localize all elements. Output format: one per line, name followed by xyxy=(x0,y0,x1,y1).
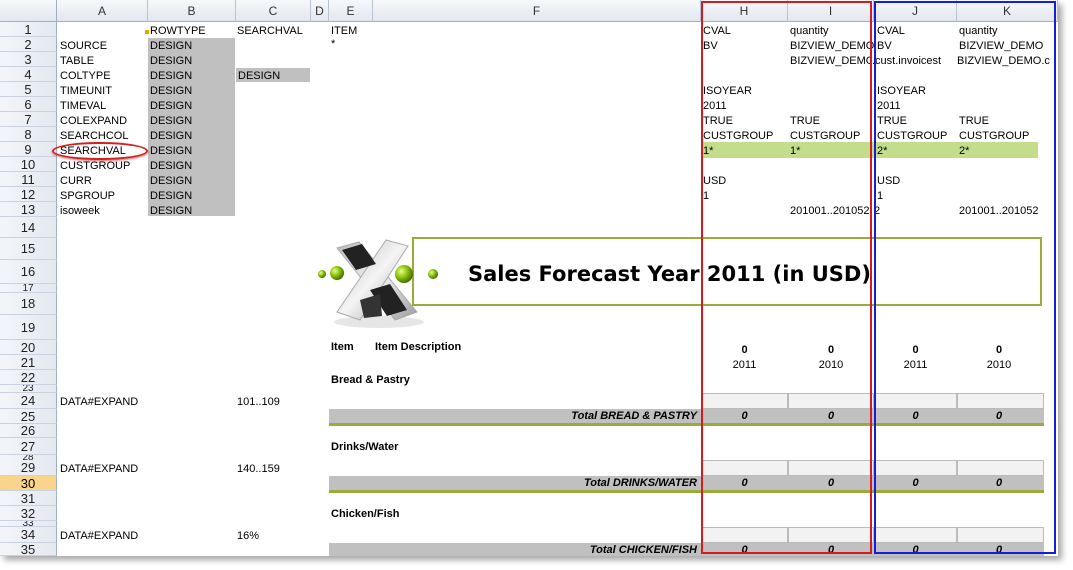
cell-a5[interactable]: TIMEUNIT xyxy=(60,84,112,98)
row-header-3[interactable]: 3 xyxy=(0,52,57,67)
row-header-34[interactable]: 34 xyxy=(0,527,57,543)
cell-b2[interactable]: DESIGN xyxy=(150,39,192,53)
row-header-13[interactable]: 13 xyxy=(0,202,57,217)
row-header-31[interactable]: 31 xyxy=(0,491,57,506)
row-header-26[interactable]: 26 xyxy=(0,424,57,438)
cell-a8[interactable]: SEARCHCOL xyxy=(60,129,128,143)
col-header-d[interactable]: D xyxy=(311,0,329,22)
row-header-4[interactable]: 4 xyxy=(0,67,57,82)
cell-a24[interactable]: DATA#EXPAND xyxy=(60,395,138,409)
total-label-bread: Total BREAD & PASTRY xyxy=(571,410,697,422)
row-header-23[interactable]: 23 xyxy=(0,385,57,393)
cell-b10[interactable]: DESIGN xyxy=(150,159,192,173)
cell-b5[interactable]: DESIGN xyxy=(150,84,192,98)
row-header-20[interactable]: 20 xyxy=(0,340,57,355)
cell-b4[interactable]: DESIGN xyxy=(150,69,192,83)
col-header-b[interactable]: B xyxy=(148,0,236,22)
col-c-header: SEARCHVAL xyxy=(237,25,303,37)
row-header-35[interactable]: 35 xyxy=(0,543,57,556)
row-header-7[interactable]: 7 xyxy=(0,112,57,127)
row-header-1[interactable]: 1 xyxy=(0,22,57,37)
col-e-star: * xyxy=(331,38,336,50)
cell-a34[interactable]: DATA#EXPAND xyxy=(60,529,138,543)
searchval-callout-ellipse xyxy=(52,142,148,160)
cell-a2[interactable]: SOURCE xyxy=(60,39,107,53)
row-header-10[interactable]: 10 xyxy=(0,157,57,172)
row-header-6[interactable]: 6 xyxy=(0,97,57,112)
row-header-16[interactable]: 16 xyxy=(0,260,57,284)
cell-a11[interactable]: CURR xyxy=(60,174,92,188)
row-header-22[interactable]: 22 xyxy=(0,370,57,385)
cell-a7[interactable]: COLEXPAND xyxy=(60,114,127,128)
cell-a3[interactable]: TABLE xyxy=(60,54,94,68)
total-label-chicken: Total CHICKEN/FISH xyxy=(589,544,697,556)
cell-b13[interactable]: DESIGN xyxy=(150,204,192,218)
cell-b11[interactable]: DESIGN xyxy=(150,174,192,188)
col-b-header: ROWTYPE xyxy=(150,25,206,37)
row-header-32[interactable]: 32 xyxy=(0,506,57,521)
cell-c24[interactable]: 101..109 xyxy=(237,395,280,409)
comment-marker-icon xyxy=(145,30,149,34)
row-header-18[interactable]: 18 xyxy=(0,293,57,315)
cell-b7[interactable]: DESIGN xyxy=(150,114,192,128)
total-label-drinks: Total DRINKS/WATER xyxy=(583,477,697,489)
col-header-e[interactable]: E xyxy=(329,0,373,22)
select-all-corner[interactable] xyxy=(0,0,57,22)
spreadsheet: A B C D E F H I J K 1 2 3 4 5 6 7 8 9 10 11 12 13 14 1… xyxy=(0,0,1058,556)
highlight-box-columns-h-i xyxy=(701,1,872,554)
row-header-30[interactable]: 30 xyxy=(0,476,57,491)
cell-a10[interactable]: CUSTGROUP xyxy=(60,159,130,173)
item-description-header: Item Description xyxy=(375,341,462,353)
col-e-item: ITEM xyxy=(331,25,358,37)
cell-a13[interactable]: isoweek xyxy=(60,204,100,218)
col-header-f[interactable]: F xyxy=(373,0,701,22)
cell-b8[interactable]: DESIGN xyxy=(150,129,192,143)
item-header: Item xyxy=(331,341,354,353)
group-name-bread: Bread & Pastry xyxy=(331,374,410,386)
cell-c34[interactable]: 16% xyxy=(237,529,259,543)
row-header-25[interactable]: 25 xyxy=(0,409,57,424)
row-header-29[interactable]: 29 xyxy=(0,460,57,476)
row-header-19[interactable]: 19 xyxy=(0,315,57,340)
cell-b9[interactable]: DESIGN xyxy=(150,144,192,158)
cell-c4[interactable]: DESIGN xyxy=(238,69,280,83)
row-header-12[interactable]: 12 xyxy=(0,187,57,202)
col-header-c[interactable]: C xyxy=(236,0,311,22)
cell-b3[interactable]: DESIGN xyxy=(150,54,192,68)
x-logo-icon xyxy=(318,239,438,328)
row-header-14[interactable]: 14 xyxy=(0,217,57,238)
row-header-15[interactable]: 15 xyxy=(0,238,57,260)
row-header-11[interactable]: 11 xyxy=(0,172,57,187)
cell-a12[interactable]: SPGROUP xyxy=(60,189,115,203)
cell-a4[interactable]: COLTYPE xyxy=(60,69,111,83)
row-header-8[interactable]: 8 xyxy=(0,127,57,142)
cell-a6[interactable]: TIMEVAL xyxy=(60,99,106,113)
cell-b12[interactable]: DESIGN xyxy=(150,189,192,203)
row-header-24[interactable]: 24 xyxy=(0,393,57,409)
cell-a29[interactable]: DATA#EXPAND xyxy=(60,462,138,476)
row-header-5[interactable]: 5 xyxy=(0,82,57,97)
cell-b6[interactable]: DESIGN xyxy=(150,99,192,113)
row-header-9[interactable]: 9 xyxy=(0,142,57,157)
group-name-drinks: Drinks/Water xyxy=(331,441,399,453)
row-header-17[interactable]: 17 xyxy=(0,284,57,293)
row-header-27[interactable]: 27 xyxy=(0,438,57,455)
row-header-2[interactable]: 2 xyxy=(0,37,57,52)
col-header-a[interactable]: A xyxy=(57,0,148,22)
cell-c29[interactable]: 140..159 xyxy=(237,462,280,476)
row-header-21[interactable]: 21 xyxy=(0,355,57,370)
highlight-box-columns-j-k xyxy=(874,1,1056,554)
group-name-chicken: Chicken/Fish xyxy=(331,508,400,520)
